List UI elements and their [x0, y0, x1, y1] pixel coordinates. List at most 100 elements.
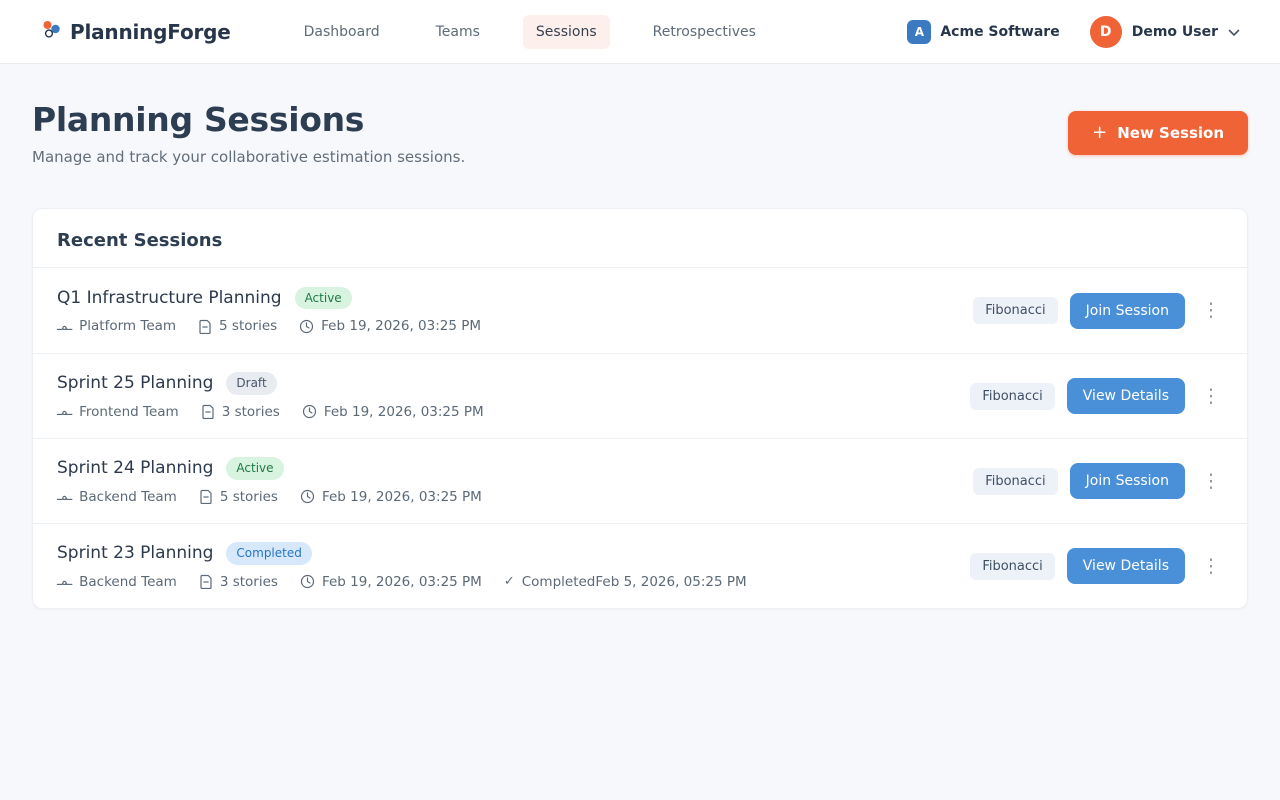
team-name: Backend Team [79, 489, 177, 505]
team-meta: ـمـ Backend Team [57, 574, 177, 590]
card-title: Recent Sessions [57, 230, 222, 251]
org-avatar: A [907, 20, 931, 44]
app-header: PlanningForge Dashboard Teams Sessions Retr… [0, 0, 1280, 64]
session-list: Q1 Infrastructure Planning Active ـمـ Pl… [33, 268, 1247, 608]
stories-count: 5 stories [220, 489, 278, 505]
session-main: Sprint 23 Planning Completed ـمـ Backend… [57, 542, 970, 589]
stories-count: 3 stories [222, 404, 280, 420]
session-meta: ـمـ Backend Team 5 stories [57, 489, 973, 505]
recent-sessions-card: Recent Sessions Q1 Infrastructure Planni… [32, 208, 1248, 609]
session-date: Feb 19, 2026, 03:25 PM [322, 489, 482, 505]
new-session-label: New Session [1117, 124, 1224, 142]
team-meta: ـمـ Backend Team [57, 489, 177, 505]
session-meta: ـمـ Backend Team 3 stories [57, 574, 970, 590]
deck-chip: Fibonacci [973, 297, 1057, 324]
session-date: Feb 19, 2026, 03:25 PM [322, 574, 482, 590]
page-title: Planning Sessions [32, 100, 465, 139]
completed-info: ✓ CompletedFeb 5, 2026, 05:25 PM [504, 574, 747, 590]
session-side: Fibonacci View Details ⋮ [970, 548, 1223, 584]
session-row: Sprint 25 Planning Draft ـمـ Frontend Te… [33, 353, 1247, 438]
user-avatar: D [1090, 16, 1122, 48]
team-meta: ـمـ Frontend Team [57, 404, 179, 420]
stories-meta: 3 stories [199, 574, 278, 590]
status-badge: Completed [226, 542, 311, 564]
session-title: Q1 Infrastructure Planning [57, 288, 282, 308]
chevron-down-icon [1228, 22, 1240, 41]
session-main: Sprint 25 Planning Draft ـمـ Frontend Te… [57, 372, 970, 419]
status-badge: Active [226, 457, 283, 479]
header-right: A Acme Software D Demo User [907, 16, 1240, 48]
plus-icon: + [1092, 124, 1107, 142]
session-date: Feb 19, 2026, 03:25 PM [321, 318, 481, 334]
brand[interactable]: PlanningForge [40, 18, 231, 46]
nav-item-teams[interactable]: Teams [423, 15, 493, 49]
user-name: Demo User [1132, 24, 1218, 40]
brand-title: PlanningForge [70, 20, 231, 44]
session-side: Fibonacci Join Session ⋮ [973, 463, 1223, 499]
date-meta: Feb 19, 2026, 03:25 PM [300, 574, 482, 590]
session-date: Feb 19, 2026, 03:25 PM [324, 404, 484, 420]
logo-icon [40, 18, 62, 46]
status-badge: Active [295, 287, 352, 309]
document-icon [199, 574, 213, 589]
stories-meta: 3 stories [201, 404, 280, 420]
session-action-button[interactable]: Join Session [1070, 293, 1185, 329]
clock-icon [299, 319, 314, 334]
team-meta: ـمـ Platform Team [57, 318, 176, 334]
clock-icon [300, 489, 315, 504]
org-name: Acme Software [940, 24, 1059, 40]
nav-item-dashboard[interactable]: Dashboard [291, 15, 393, 49]
document-icon [199, 489, 213, 504]
nav-item-retrospectives[interactable]: Retrospectives [640, 15, 769, 49]
session-title: Sprint 24 Planning [57, 458, 213, 478]
date-meta: Feb 19, 2026, 03:25 PM [302, 404, 484, 420]
deck-chip: Fibonacci [973, 468, 1057, 495]
kebab-menu-icon[interactable]: ⋮ [1199, 383, 1223, 410]
stories-count: 5 stories [219, 318, 277, 334]
completed-text: CompletedFeb 5, 2026, 05:25 PM [522, 574, 747, 590]
document-icon [198, 319, 212, 334]
session-action-button[interactable]: View Details [1067, 548, 1185, 584]
kebab-menu-icon[interactable]: ⋮ [1199, 297, 1223, 324]
nav-item-sessions[interactable]: Sessions [523, 15, 610, 49]
session-main: Sprint 24 Planning Active ـمـ Backend Te… [57, 457, 973, 504]
kebab-menu-icon[interactable]: ⋮ [1199, 468, 1223, 495]
team-icon: ـمـ [57, 405, 72, 418]
page-head: Planning Sessions Manage and track your … [32, 100, 1248, 166]
date-meta: Feb 19, 2026, 03:25 PM [299, 318, 481, 334]
session-row: Sprint 23 Planning Completed ـمـ Backend… [33, 523, 1247, 608]
session-side: Fibonacci Join Session ⋮ [973, 293, 1223, 329]
deck-chip: Fibonacci [970, 553, 1054, 580]
session-main: Q1 Infrastructure Planning Active ـمـ Pl… [57, 287, 973, 334]
clock-icon [300, 574, 315, 589]
clock-icon [302, 404, 317, 419]
document-icon [201, 404, 215, 419]
session-meta: ـمـ Platform Team 5 stories [57, 318, 973, 334]
new-session-button[interactable]: + New Session [1068, 111, 1248, 155]
team-icon: ـمـ [57, 490, 72, 503]
kebab-menu-icon[interactable]: ⋮ [1199, 553, 1223, 580]
session-meta: ـمـ Frontend Team 3 stories [57, 404, 970, 420]
session-row: Sprint 24 Planning Active ـمـ Backend Te… [33, 438, 1247, 523]
team-name: Platform Team [79, 318, 176, 334]
org-badge: A Acme Software [907, 20, 1059, 44]
check-icon: ✓ [504, 574, 515, 589]
status-badge: Draft [226, 372, 276, 394]
session-side: Fibonacci View Details ⋮ [970, 378, 1223, 414]
stories-meta: 5 stories [199, 489, 278, 505]
team-icon: ـمـ [57, 575, 72, 588]
deck-chip: Fibonacci [970, 383, 1054, 410]
page-subtitle: Manage and track your collaborative esti… [32, 148, 465, 166]
team-name: Backend Team [79, 574, 177, 590]
session-row: Q1 Infrastructure Planning Active ـمـ Pl… [33, 268, 1247, 353]
session-action-button[interactable]: View Details [1067, 378, 1185, 414]
session-title: Sprint 25 Planning [57, 373, 213, 393]
session-action-button[interactable]: Join Session [1070, 463, 1185, 499]
team-name: Frontend Team [79, 404, 179, 420]
stories-meta: 5 stories [198, 318, 277, 334]
date-meta: Feb 19, 2026, 03:25 PM [300, 489, 482, 505]
main-nav: Dashboard Teams Sessions Retrospectives [291, 15, 769, 49]
card-header: Recent Sessions [33, 209, 1247, 268]
user-menu[interactable]: D Demo User [1090, 16, 1240, 48]
stories-count: 3 stories [220, 574, 278, 590]
